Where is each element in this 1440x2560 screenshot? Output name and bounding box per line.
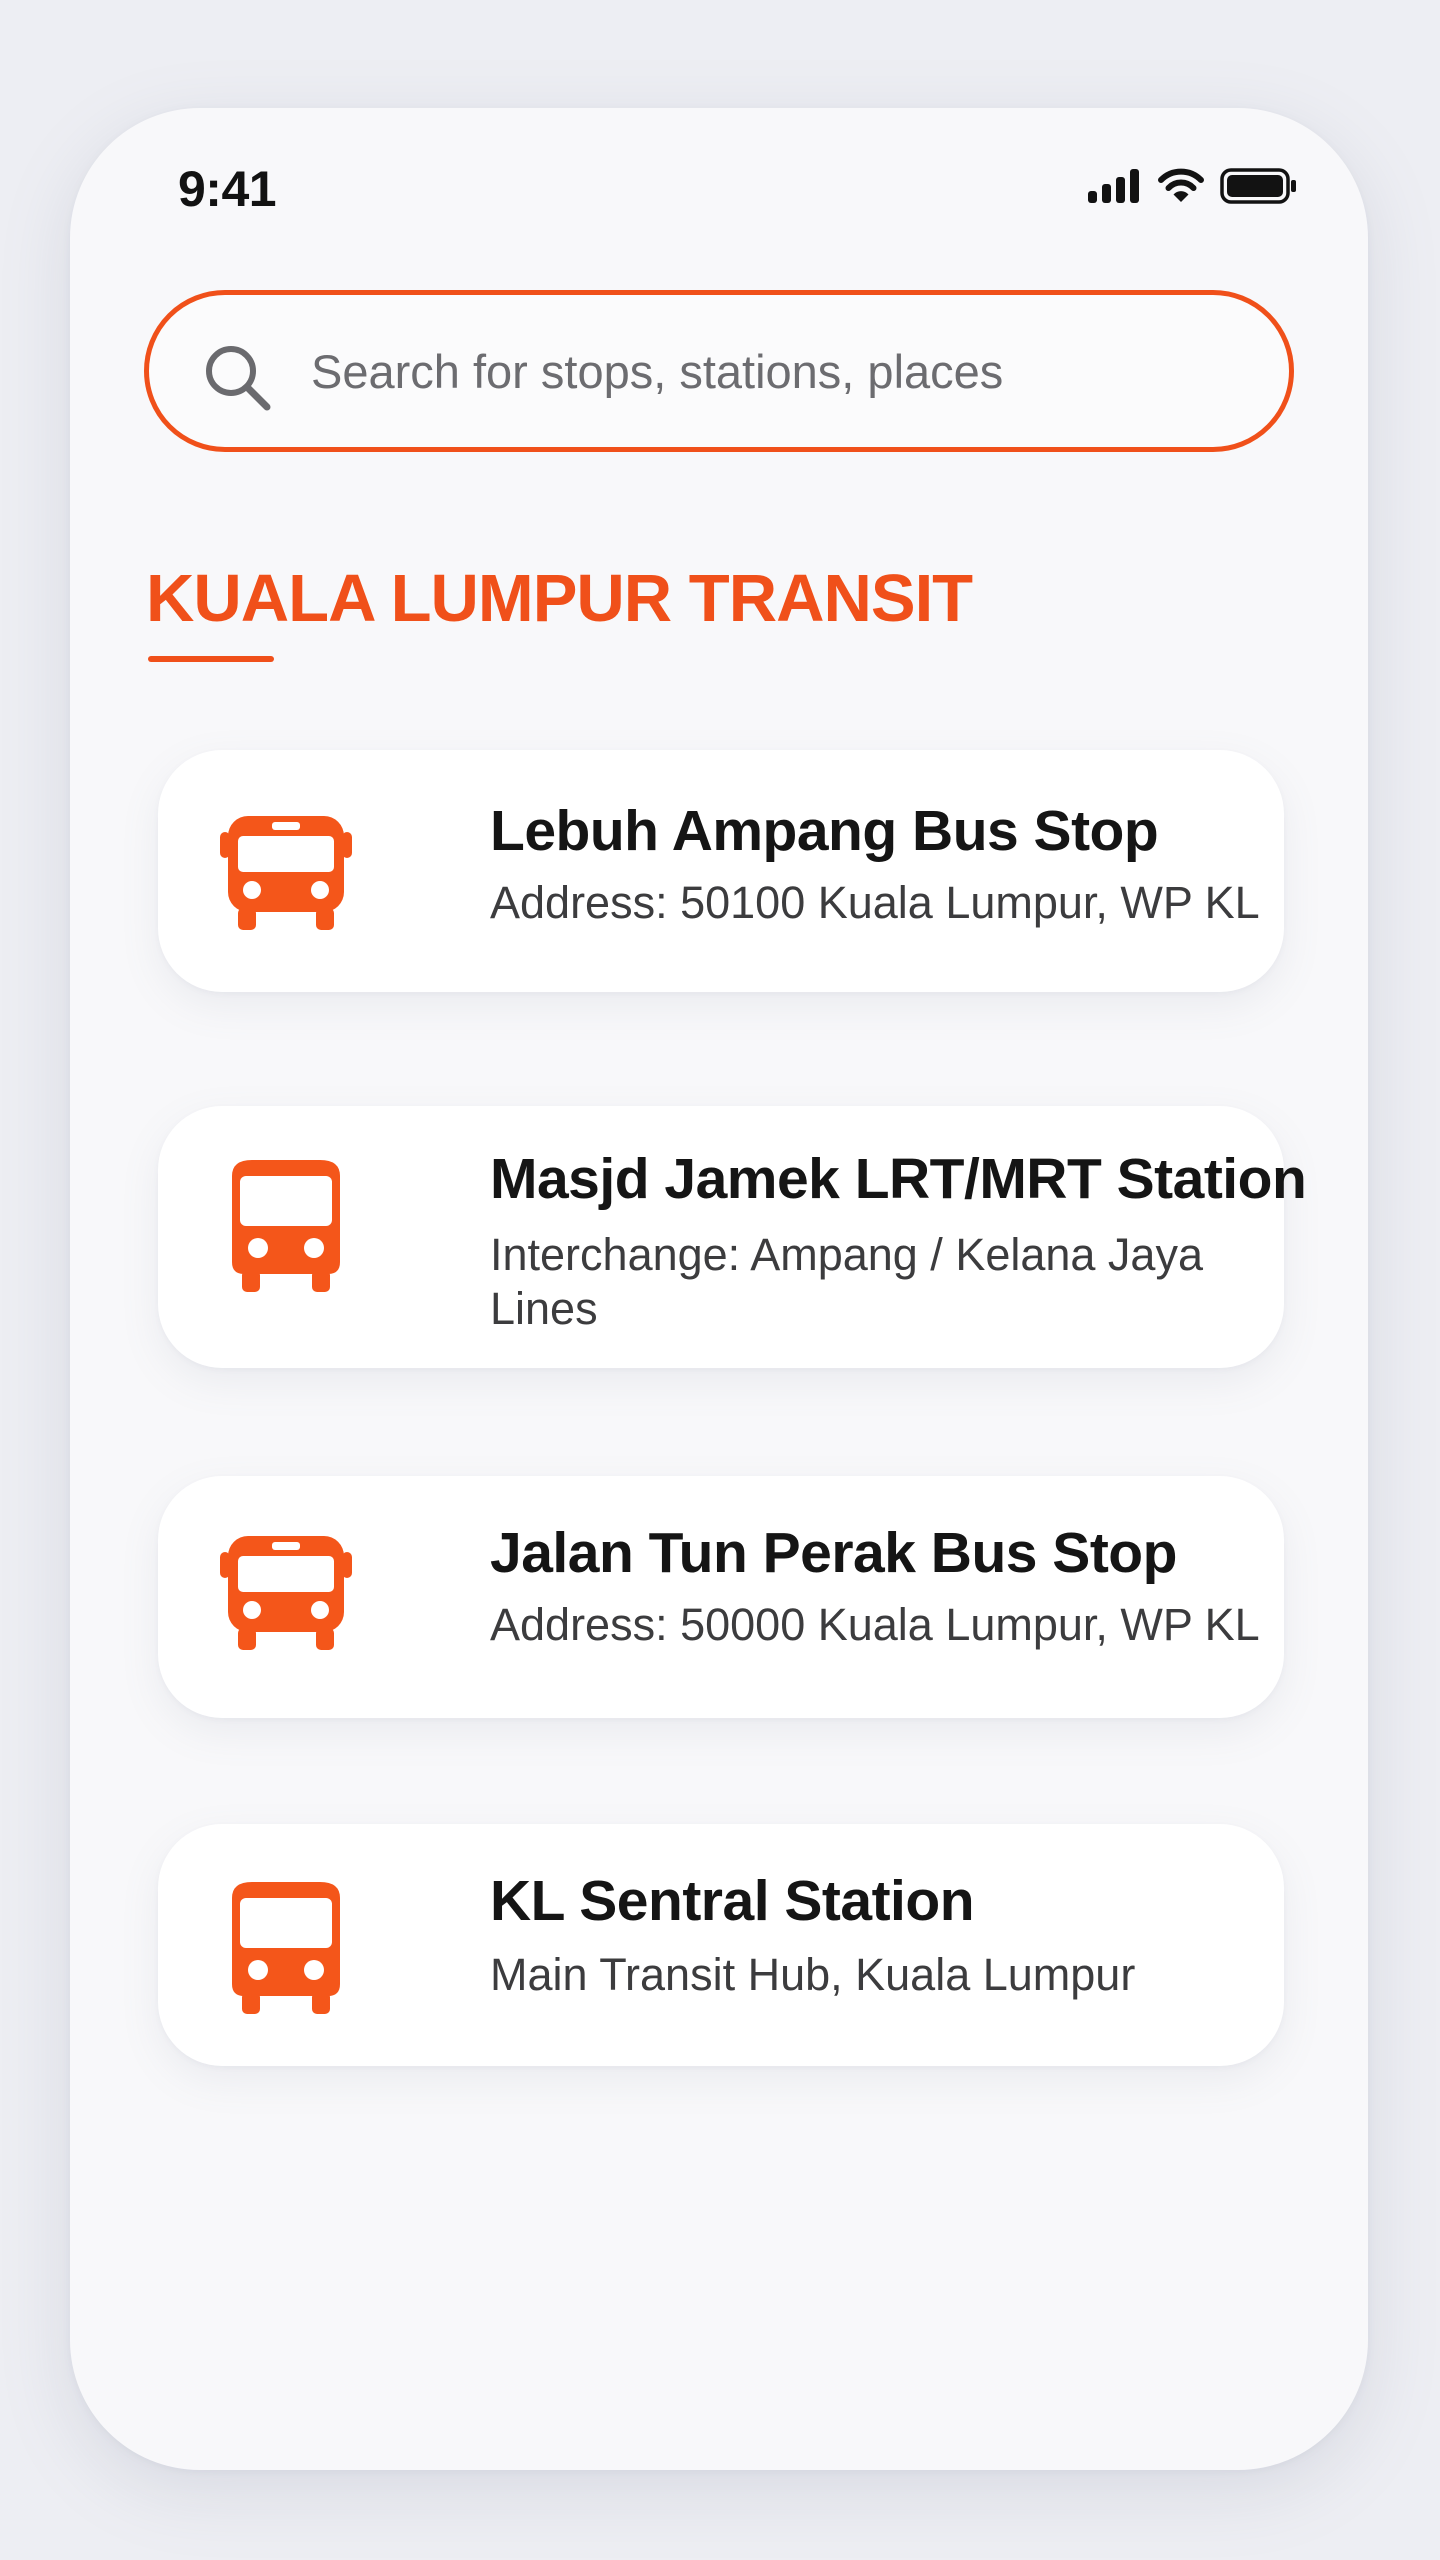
stop-detail: Address: 50000 Kuala Lumpur, WP KL (490, 1599, 1260, 1650)
phone-frame: 9:41 KUALA LUMPU (70, 108, 1368, 2470)
wifi-icon (1158, 168, 1204, 202)
section-underline (148, 656, 274, 662)
train-icon (232, 1160, 340, 1292)
stop-card[interactable]: Masjd Jamek LRT/MRT Station Interchange:… (158, 1106, 1307, 1368)
bus-icon (220, 1536, 352, 1650)
status-icons (1088, 168, 1298, 204)
section-title: KUALA LUMPUR TRANSIT (146, 561, 973, 636)
stop-card[interactable]: KL Sentral Station Main Transit Hub, Kua… (158, 1824, 1284, 2066)
stop-detail: Main Transit Hub, Kuala Lumpur (490, 1949, 1136, 2000)
stop-name: Jalan Tun Perak Bus Stop (490, 1521, 1177, 1585)
train-icon (232, 1882, 340, 2014)
status-bar: 9:41 (70, 108, 1368, 268)
stop-name: Masjd Jamek LRT/MRT Station (490, 1147, 1307, 1211)
search-bar[interactable] (144, 290, 1294, 452)
stop-detail: Address: 50100 Kuala Lumpur, WP KL (490, 877, 1260, 928)
cellular-signal-icon (1088, 169, 1139, 203)
status-time: 9:41 (178, 161, 277, 217)
stop-detail: Interchange: Ampang / Kelana Jaya Lines (490, 1229, 1203, 1334)
stop-name: Lebuh Ampang Bus Stop (490, 799, 1159, 863)
search-icon (206, 346, 271, 411)
stop-card[interactable]: Lebuh Ampang Bus Stop Address: 50100 Kua… (158, 750, 1284, 992)
bus-icon (220, 816, 352, 930)
stop-card[interactable]: Jalan Tun Perak Bus Stop Address: 50000 … (158, 1476, 1284, 1718)
search-input[interactable] (311, 325, 1251, 417)
battery-icon (1220, 168, 1296, 204)
stop-name: KL Sentral Station (490, 1869, 975, 1933)
